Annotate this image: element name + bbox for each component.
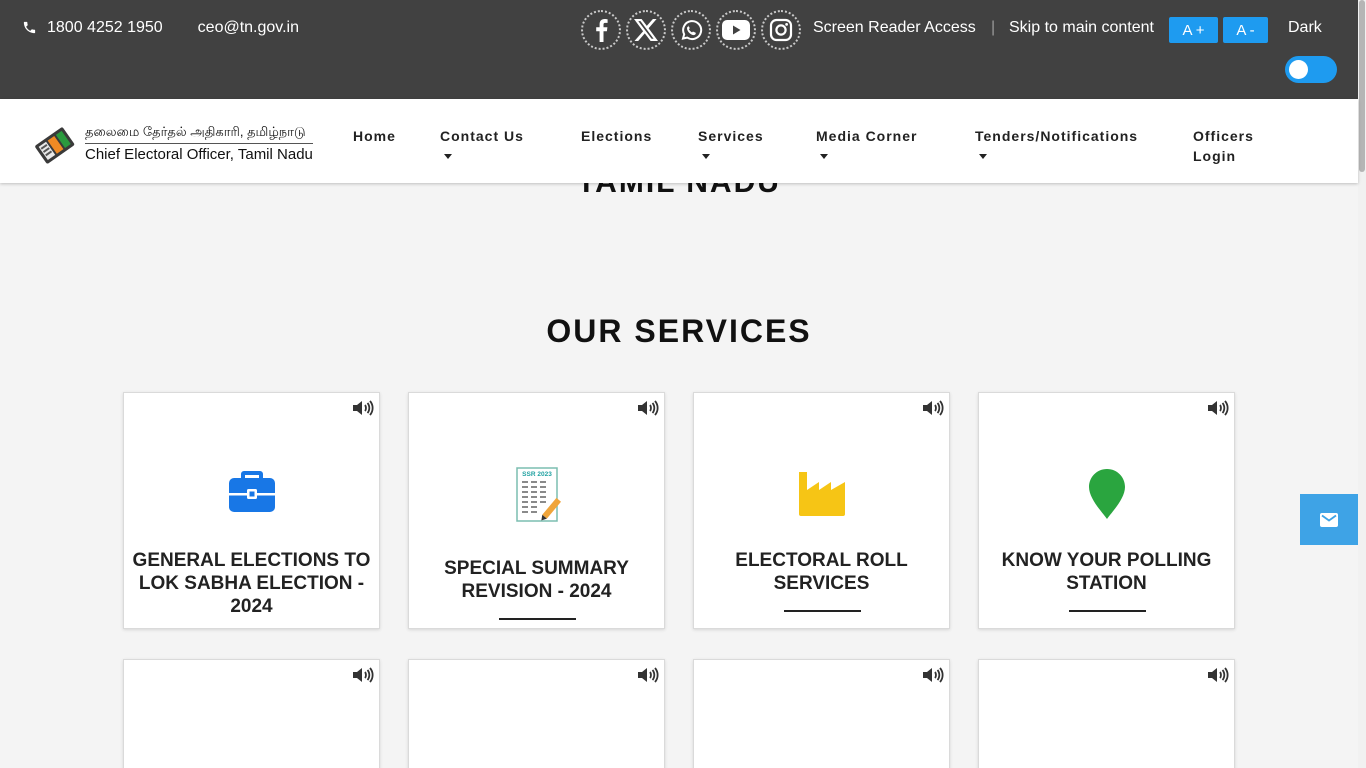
dark-mode-toggle[interactable]	[1285, 56, 1337, 83]
map-pin-icon	[979, 468, 1234, 520]
skip-to-main-link[interactable]: Skip to main content	[1009, 19, 1154, 37]
nav-officers-line2: Login	[1193, 148, 1237, 164]
youtube-icon[interactable]	[716, 10, 756, 50]
screen-reader-link[interactable]: Screen Reader Access	[813, 19, 976, 37]
nav-elections[interactable]: Elections	[581, 126, 652, 146]
speaker-icon[interactable]	[636, 397, 660, 419]
card-underline	[784, 610, 861, 612]
ssr-2023-document-icon: SSR 2023	[409, 467, 664, 523]
factory-icon	[694, 470, 949, 516]
card-title: GENERAL ELECTIONS TO LOK SABHA ELECTION …	[132, 550, 371, 617]
facebook-icon[interactable]	[581, 10, 621, 50]
service-card[interactable]	[978, 659, 1235, 768]
nav-elections-label: Elections	[581, 128, 653, 144]
x-twitter-icon[interactable]	[626, 10, 666, 50]
nav-services-label: Services	[698, 128, 764, 144]
speaker-icon[interactable]	[636, 664, 660, 686]
mail-icon	[1320, 512, 1338, 527]
chevron-down-icon	[979, 154, 987, 159]
service-card[interactable]	[693, 659, 950, 768]
nav-officers-line1: Officers	[1193, 128, 1254, 144]
logo-text: தலைமை தேர்தல் அதிகாரி, தமிழ்நாடு Chief E…	[85, 124, 313, 163]
chevron-down-icon	[820, 154, 828, 159]
nav-officers-login[interactable]: Officers Login	[1193, 126, 1254, 166]
email-link[interactable]: ceo@tn.gov.in	[198, 19, 299, 37]
page-scrollbar[interactable]	[1358, 0, 1366, 768]
briefcase-icon	[124, 467, 379, 515]
nav-contact-us[interactable]: Contact Us	[440, 126, 524, 159]
ssr-badge-text: SSR 2023	[522, 471, 552, 478]
logo-tamil-text: தலைமை தேர்தல் அதிகாரி, தமிழ்நாடு	[85, 124, 313, 144]
toggle-knob	[1289, 60, 1308, 79]
nav-home-label: Home	[353, 128, 396, 144]
card-underline	[1069, 610, 1146, 612]
speaker-icon[interactable]	[1206, 397, 1230, 419]
card-underline	[499, 618, 576, 620]
service-card-polling-station[interactable]: KNOW YOUR POLLING STATION	[978, 392, 1235, 629]
speaker-icon[interactable]	[921, 397, 945, 419]
nav-tenders[interactable]: Tenders/Notifications	[975, 126, 1138, 159]
font-increase-button[interactable]: A +	[1169, 17, 1218, 43]
nav-contact-label: Contact Us	[440, 128, 524, 144]
evm-logo-icon	[35, 127, 75, 164]
nav-services[interactable]: Services	[698, 126, 764, 159]
phone-icon	[22, 20, 38, 36]
logo-english-text: Chief Electoral Officer, Tamil Nadu	[85, 145, 313, 163]
instagram-icon[interactable]	[761, 10, 801, 50]
service-card[interactable]	[408, 659, 665, 768]
font-decrease-button[interactable]: A -	[1223, 17, 1268, 43]
main-navbar: தலைமை தேர்தல் அதிகாரி, தமிழ்நாடு Chief E…	[0, 99, 1358, 183]
speaker-icon[interactable]	[351, 664, 375, 686]
card-title: ELECTORAL ROLL SERVICES	[735, 550, 908, 594]
chevron-down-icon	[444, 154, 452, 159]
site-logo[interactable]: தலைமை தேர்தல் அதிகாரி, தமிழ்நாடு Chief E…	[30, 121, 313, 165]
top-bar: 1800 4252 1950 ceo@tn.gov.in Screen Read…	[0, 0, 1358, 99]
service-card[interactable]	[123, 659, 380, 768]
scrollbar-thumb[interactable]	[1359, 0, 1365, 172]
card-title: SPECIAL SUMMARY REVISION - 2024	[444, 558, 629, 602]
floating-mail-button[interactable]	[1300, 494, 1358, 545]
dark-mode-label: Dark	[1288, 19, 1322, 36]
social-links	[581, 10, 801, 50]
nav-tenders-label: Tenders/Notifications	[975, 128, 1139, 144]
chevron-down-icon	[702, 154, 710, 159]
phone-number[interactable]: 1800 4252 1950	[47, 19, 163, 37]
service-card-general-elections[interactable]: GENERAL ELECTIONS TO LOK SABHA ELECTION …	[123, 392, 380, 629]
nav-home[interactable]: Home	[353, 126, 396, 146]
whatsapp-icon[interactable]	[671, 10, 711, 50]
card-title: KNOW YOUR POLLING STATION	[1001, 550, 1212, 594]
speaker-icon[interactable]	[921, 664, 945, 686]
separator: |	[991, 19, 996, 36]
services-section-title: OUR SERVICES	[546, 313, 812, 349]
service-card-special-summary-revision[interactable]: SSR 2023 SPECIAL SUMMARY REVISION - 2024	[408, 392, 665, 629]
contact-info: 1800 4252 1950 ceo@tn.gov.in	[22, 19, 299, 37]
service-card-electoral-roll[interactable]: ELECTORAL ROLL SERVICES	[693, 392, 950, 629]
nav-media-corner[interactable]: Media Corner	[816, 126, 917, 159]
speaker-icon[interactable]	[1206, 664, 1230, 686]
nav-media-label: Media Corner	[816, 128, 918, 144]
speaker-icon[interactable]	[351, 397, 375, 419]
